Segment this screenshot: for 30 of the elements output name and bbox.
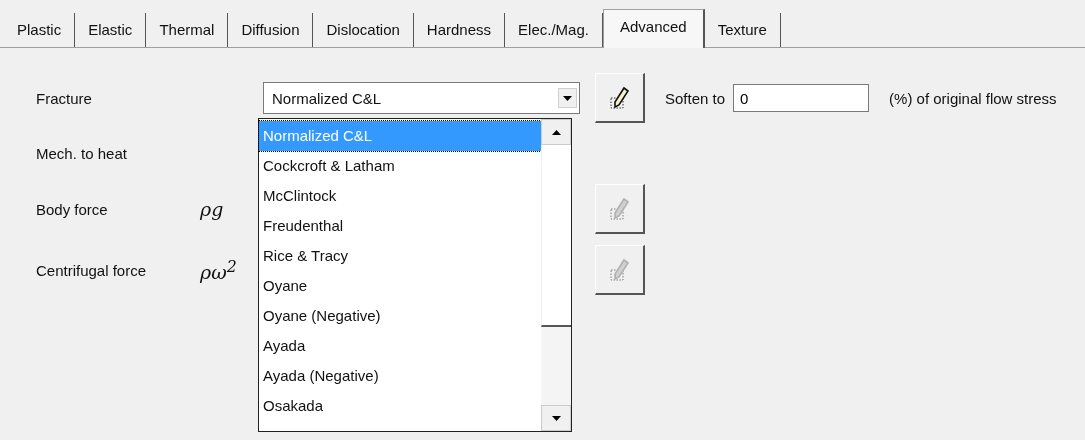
dropdown-option[interactable]: Ayada (Negative) (259, 361, 541, 391)
scrollbar[interactable] (541, 119, 571, 431)
field-label: Mech. to heat (36, 144, 128, 162)
formula: ρg (200, 198, 225, 220)
dropdown-option[interactable]: Ayada (259, 331, 541, 361)
dropdown-option[interactable]: Oyane (259, 271, 541, 301)
dropdown-option[interactable]: Osakada (259, 391, 541, 421)
scroll-down-button[interactable] (541, 405, 571, 431)
field-label: Fracture (36, 89, 93, 107)
field-label: Soften to (665, 89, 726, 107)
scroll-up-button[interactable] (541, 119, 571, 145)
pencil-icon (608, 257, 631, 282)
soften-input[interactable]: 0 (733, 84, 870, 112)
pencil-icon (608, 85, 631, 110)
up-arrow-icon (551, 129, 561, 135)
dropdown-option[interactable]: Rice & Tracy (259, 241, 541, 271)
pencil-icon (608, 196, 631, 221)
down-arrow-icon (551, 415, 561, 421)
field-label: Body force (36, 200, 109, 218)
formula: ρω$^{2}$ (200, 256, 238, 284)
unit-label: (%) of original flow stress (889, 89, 1057, 107)
dropdown-option[interactable]: McClintock (259, 181, 541, 211)
dropdown-option[interactable]: Cockcroft & Latham (259, 151, 541, 181)
edit-button[interactable] (595, 73, 645, 123)
field-label: Centrifugal force (36, 261, 148, 279)
scroll-thumb[interactable] (541, 145, 571, 327)
dropdown-option[interactable]: Freudenthal (259, 211, 541, 241)
tab[interactable]: Advanced (602, 9, 705, 48)
dropdown-option[interactable]: Oyane (Negative) (259, 301, 541, 331)
fracture-dropdown[interactable]: Normalized C&L (263, 82, 580, 114)
